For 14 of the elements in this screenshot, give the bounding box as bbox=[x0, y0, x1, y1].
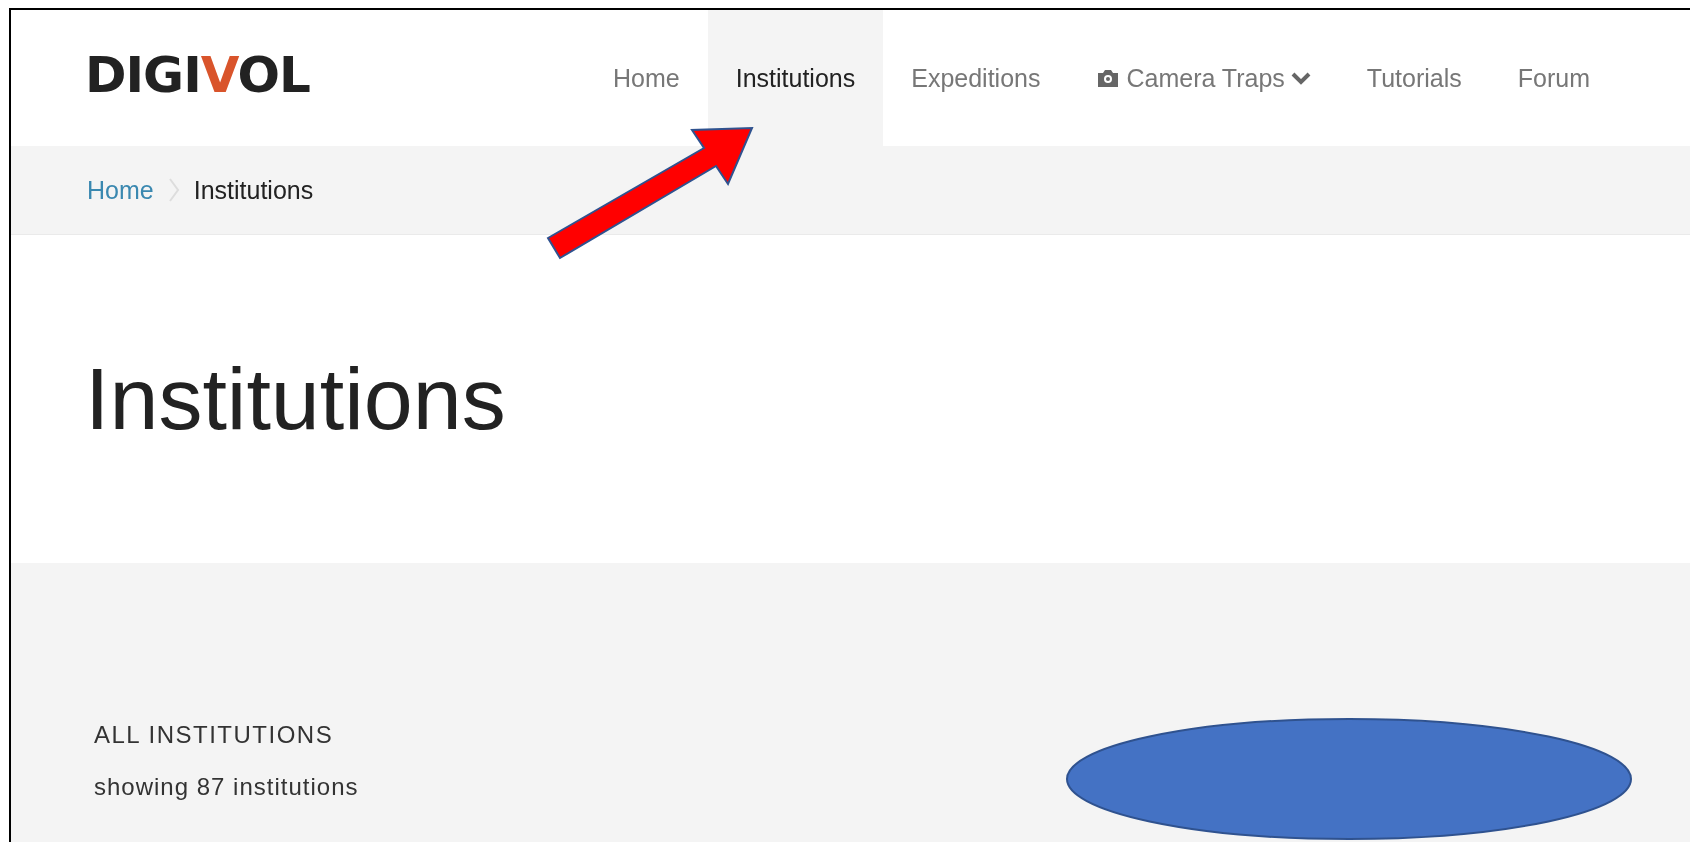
nav-link[interactable]: Forum bbox=[1489, 10, 1618, 146]
page-title: Institutions bbox=[85, 348, 506, 450]
breadcrumb-link[interactable]: Home bbox=[87, 175, 154, 205]
nav-link[interactable]: Tutorials bbox=[1338, 10, 1490, 146]
chevron-down-icon bbox=[1290, 71, 1311, 85]
nav-link[interactable]: Institutions bbox=[707, 10, 884, 146]
camera-icon bbox=[1096, 68, 1121, 88]
institution-count: showing 87 institutions bbox=[94, 773, 360, 801]
nav-link[interactable]: Camera Traps bbox=[1068, 10, 1339, 146]
section-heading: ALL INSTITUTIONS bbox=[94, 721, 335, 749]
nav-link[interactable]: Expeditions bbox=[883, 10, 1069, 146]
logo[interactable]: DIGIVOL bbox=[85, 46, 585, 104]
nav-link[interactable]: Home bbox=[585, 10, 708, 146]
breadcrumb-current: Institutions bbox=[193, 175, 314, 205]
